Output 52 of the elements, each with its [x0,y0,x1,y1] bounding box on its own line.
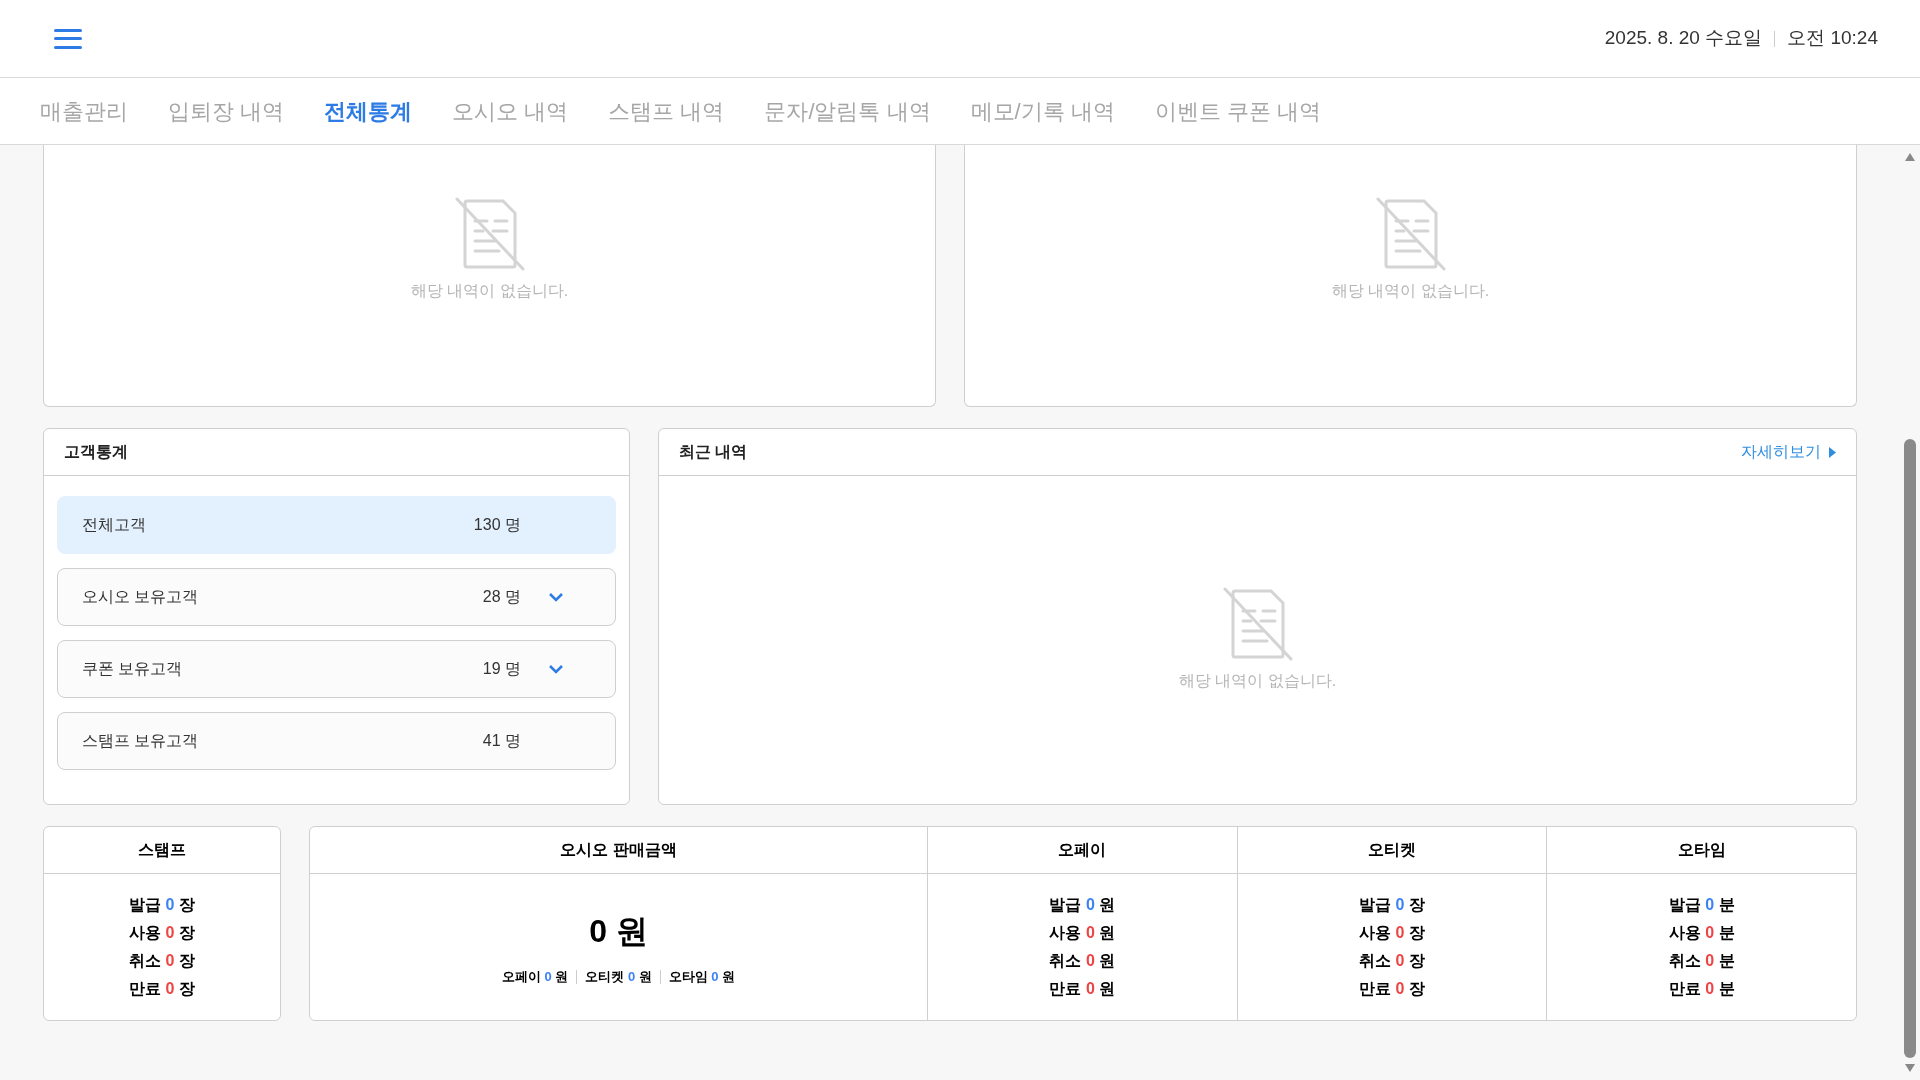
stat-line: 사용 0 장 [129,923,195,943]
chevron-down-icon [549,664,563,674]
stat-line: 만료 0 장 [1359,979,1425,999]
panel-title: 최근 내역 [679,442,748,462]
column-title: 오티켓 [1368,840,1416,860]
nav-tab[interactable]: 스탬프 내역 [608,94,725,128]
scrollbar-thumb[interactable] [1904,439,1916,1058]
stat-line: 발급 0 분 [1668,895,1735,915]
empty-message: 해당 내역이 없습니다. [410,281,569,301]
stat-line: 사용 0 원 [1049,923,1116,943]
stat-line: 발급 0 원 [1049,895,1116,915]
stat-line: 취소 0 분 [1668,951,1735,971]
nav-tab[interactable]: 입퇴장 내역 [168,94,285,128]
sales-total: 0 원 [589,912,648,952]
stat-line: 발급 0 장 [1359,895,1425,915]
column-title: 오페이 [1058,840,1107,860]
triangle-right-icon [1829,446,1836,458]
scroll-up-icon[interactable] [1905,153,1915,161]
sales-breakdown: 오페이 0 원 [501,968,569,987]
scroll-down-icon[interactable] [1905,1064,1915,1072]
stat-line: 사용 0 장 [1359,923,1425,943]
column-title: 오타임 [1677,840,1726,860]
chevron-down-icon [549,592,563,602]
stat-line: 취소 0 장 [1359,951,1425,971]
stat-line: 만료 0 분 [1668,979,1735,999]
column-title: 오시오 판매금액 [560,840,677,860]
date-text: 2025. 8. 20 수요일 [1604,26,1763,51]
nav-tab[interactable]: 오시오 내역 [452,94,569,128]
nav-tab[interactable]: 전체통계 [324,94,413,128]
nav-tab[interactable]: 메모/기록 내역 [970,94,1115,128]
customer-stat-item[interactable]: 쿠폰 보유고객 19 명 [57,640,616,698]
sales-breakdown: 오타임 0 원 [668,968,736,987]
time-text: 오전 10:24 [1787,26,1878,51]
stat-line: 발급 0 장 [129,895,195,915]
empty-message: 해당 내역이 없습니다. [1178,671,1337,691]
nav-tab[interactable]: 매출관리 [40,94,128,128]
menu-icon[interactable] [54,26,82,51]
card-title: 스탬프 [138,840,186,860]
customer-stat-item[interactable]: 오시오 보유고객 28 명 [57,568,616,626]
stat-line: 만료 0 원 [1049,979,1116,999]
stat-line: 사용 0 분 [1668,923,1735,943]
nav-tab[interactable]: 문자/알림톡 내역 [764,94,931,128]
customer-stat-item[interactable]: 스탬프 보유고객 41 명 [57,712,616,770]
empty-message: 해당 내역이 없습니다. [1331,281,1490,301]
stat-line: 취소 0 원 [1049,951,1116,971]
nav-tab[interactable]: 이벤트 쿠폰 내역 [1154,94,1322,128]
stat-line: 만료 0 장 [129,979,195,999]
view-details-link[interactable]: 자세히보기 [1741,440,1836,464]
stat-line: 취소 0 장 [129,951,195,971]
sales-breakdown: 오티켓 0 원 [585,968,652,987]
customer-stat-item[interactable]: 전체고객 130 명 [57,496,616,554]
panel-title: 고객통계 [64,442,128,462]
